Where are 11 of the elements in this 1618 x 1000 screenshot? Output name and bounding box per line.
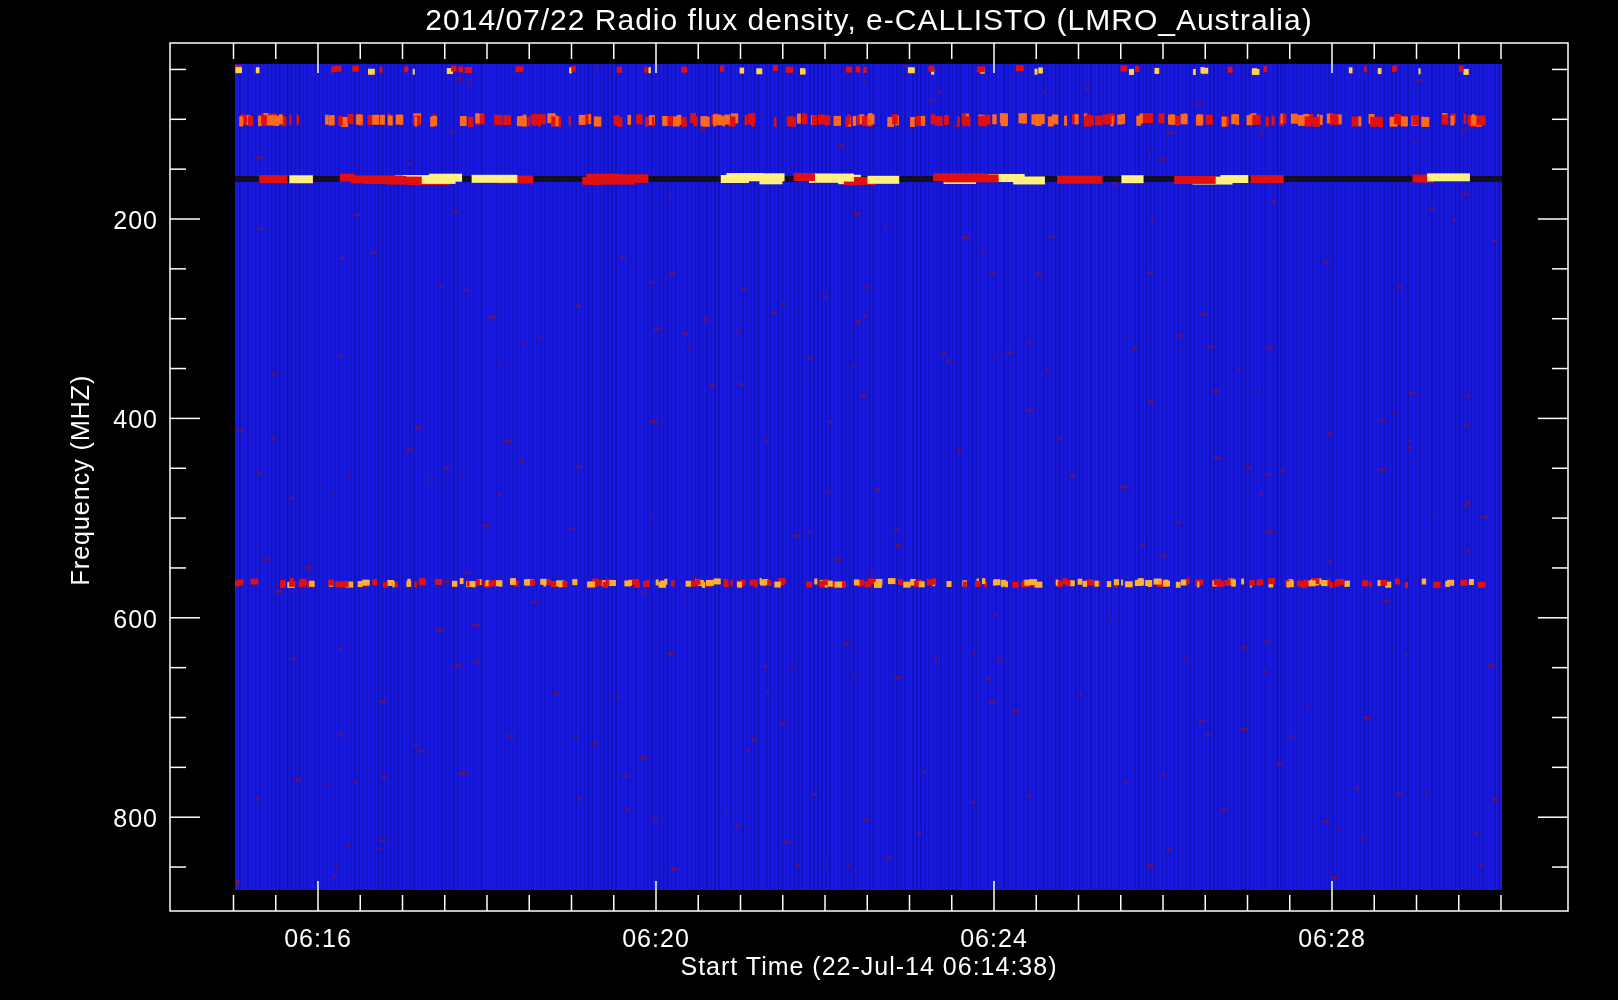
x-tick-label: 06:24 [960,924,1028,952]
x-tick-label: 06:20 [622,924,690,952]
y-tick-label: 200 [113,206,158,234]
y-axis-label: Frequency (MHZ) [66,374,94,586]
x-axis-label: Start Time (22-Jul-14 06:14:38) [680,952,1058,980]
y-tick-label: 800 [113,804,158,833]
chart-title: 2014/07/22 Radio flux density, e-CALLISTO (LMRO_Australia) [425,3,1313,36]
y-tick-label: 600 [113,604,158,633]
y-tick-label: 400 [113,405,158,434]
x-tick-label: 06:16 [284,924,352,952]
x-tick-label: 06:28 [1298,924,1366,952]
